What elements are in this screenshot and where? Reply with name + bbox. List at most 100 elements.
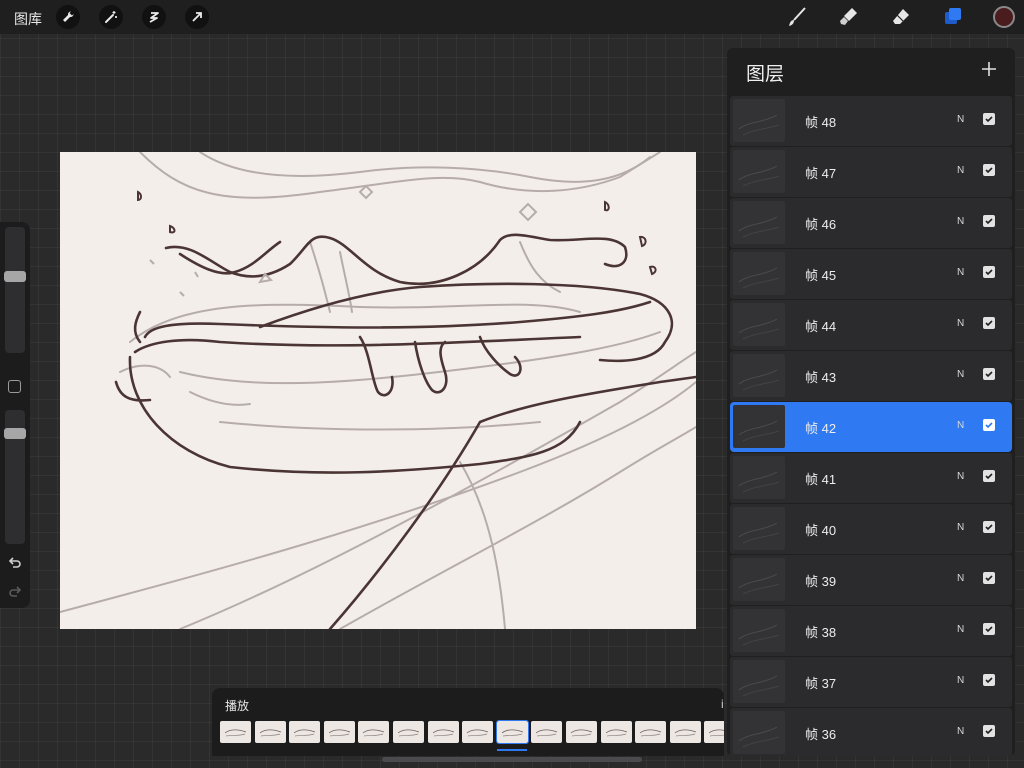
- magic-wand-icon[interactable]: [99, 5, 123, 29]
- visibility-checkbox[interactable]: [983, 113, 995, 125]
- layers-panel-title: 图层: [746, 64, 785, 85]
- layer-row[interactable]: 帧 45 N: [730, 249, 1012, 299]
- layer-name: 帧 37: [805, 676, 837, 691]
- blend-mode-button[interactable]: N: [957, 726, 964, 737]
- blend-mode-button[interactable]: N: [957, 369, 964, 380]
- current-color-swatch[interactable]: [993, 6, 1015, 28]
- visibility-checkbox[interactable]: [983, 164, 995, 176]
- brush-icon[interactable]: [785, 6, 809, 28]
- visibility-checkbox[interactable]: [983, 368, 995, 380]
- blend-mode-button[interactable]: N: [957, 165, 964, 176]
- layer-row[interactable]: 帧 41 N: [730, 453, 1012, 503]
- eraser-icon[interactable]: [889, 6, 913, 28]
- layer-row[interactable]: 帧 39 N: [730, 555, 1012, 605]
- play-button[interactable]: 播放: [225, 697, 249, 714]
- layer-row[interactable]: 帧 36 N: [730, 708, 1012, 756]
- layer-thumbnail: [733, 711, 785, 754]
- visibility-checkbox[interactable]: [983, 572, 995, 584]
- gallery-button[interactable]: 图库: [14, 9, 42, 29]
- visibility-checkbox[interactable]: [983, 215, 995, 227]
- visibility-checkbox[interactable]: [983, 674, 995, 686]
- visibility-checkbox[interactable]: [983, 521, 995, 533]
- sketch-artwork: [60, 152, 696, 629]
- timeline-frame[interactable]: [220, 721, 251, 743]
- layer-row[interactable]: 帧 37 N: [730, 657, 1012, 707]
- timeline-frame[interactable]: [566, 721, 597, 743]
- layer-row[interactable]: 帧 44 N: [730, 300, 1012, 350]
- blend-mode-button[interactable]: N: [957, 318, 964, 329]
- layer-name: 帧 43: [805, 370, 837, 385]
- wrench-icon[interactable]: [56, 5, 80, 29]
- timeline-frame[interactable]: [358, 721, 390, 743]
- current-frame-indicator: [497, 749, 527, 751]
- timeline-frame[interactable]: [393, 721, 424, 743]
- layer-row[interactable]: 帧 38 N: [730, 606, 1012, 656]
- timeline-frame[interactable]: [600, 721, 632, 743]
- blend-mode-button[interactable]: N: [957, 420, 964, 431]
- layer-thumbnail: [733, 507, 785, 550]
- visibility-checkbox[interactable]: [983, 266, 995, 278]
- brush-opacity-slider[interactable]: [4, 410, 26, 544]
- layer-name: 帧 40: [805, 523, 837, 538]
- layer-row[interactable]: 帧 47 N: [730, 147, 1012, 197]
- layer-name: 帧 42: [805, 421, 837, 436]
- plus-icon[interactable]: [977, 57, 1001, 81]
- redo-icon[interactable]: [7, 584, 23, 603]
- home-indicator: [382, 757, 642, 762]
- layer-name: 帧 47: [805, 166, 837, 181]
- brush-size-slider[interactable]: [4, 227, 26, 353]
- blend-mode-button[interactable]: N: [957, 471, 964, 482]
- undo-icon[interactable]: [7, 555, 23, 574]
- layer-name: 帧 46: [805, 217, 837, 232]
- timeline-frame[interactable]: [323, 721, 355, 743]
- layer-name: 帧 41: [805, 472, 837, 487]
- blend-mode-button[interactable]: N: [957, 267, 964, 278]
- layer-thumbnail: [733, 99, 785, 142]
- timeline-frame[interactable]: [635, 721, 667, 743]
- visibility-checkbox[interactable]: [983, 623, 995, 635]
- layer-thumbnail: [733, 558, 785, 601]
- modify-button[interactable]: [8, 380, 21, 393]
- blend-mode-button[interactable]: N: [957, 675, 964, 686]
- timeline-frame[interactable]: [427, 721, 459, 743]
- timeline-frame[interactable]: [254, 721, 286, 743]
- brush-opacity-thumb[interactable]: [4, 428, 26, 439]
- timeline-frame[interactable]: [531, 721, 563, 743]
- left-sidebar: [0, 222, 30, 608]
- layer-row[interactable]: 帧 43 N: [730, 351, 1012, 401]
- timeline-frame[interactable]: [704, 721, 724, 743]
- blend-mode-button[interactable]: N: [957, 114, 964, 125]
- layer-row[interactable]: 帧 48 N: [730, 96, 1012, 146]
- layers-icon[interactable]: [941, 6, 965, 28]
- visibility-checkbox[interactable]: [983, 470, 995, 482]
- timeline-frame[interactable]: [669, 721, 701, 743]
- layer-row[interactable]: 帧 46 N: [730, 198, 1012, 248]
- blend-mode-button[interactable]: N: [957, 216, 964, 227]
- layer-name: 帧 44: [805, 319, 837, 334]
- visibility-checkbox[interactable]: [983, 725, 995, 737]
- visibility-checkbox[interactable]: [983, 317, 995, 329]
- transform-arrow-icon[interactable]: [185, 5, 209, 29]
- layer-thumbnail: [733, 405, 785, 448]
- layer-name: 帧 48: [805, 115, 837, 130]
- timeline-frame[interactable]: [462, 721, 494, 743]
- selection-icon[interactable]: [142, 5, 166, 29]
- timeline-frame[interactable]: [495, 720, 529, 744]
- layer-thumbnail: [733, 303, 785, 346]
- layer-thumbnail: [733, 150, 785, 193]
- top-toolbar: 图库: [0, 0, 1024, 34]
- layer-row[interactable]: 帧 40 N: [730, 504, 1012, 554]
- layer-name: 帧 36: [805, 727, 837, 742]
- blend-mode-button[interactable]: N: [957, 522, 964, 533]
- layer-row[interactable]: 帧 42 N: [730, 402, 1012, 452]
- smudge-icon[interactable]: [837, 6, 861, 28]
- layer-thumbnail: [733, 456, 785, 499]
- blend-mode-button[interactable]: N: [957, 573, 964, 584]
- layer-name: 帧 38: [805, 625, 837, 640]
- drawing-canvas[interactable]: [60, 152, 696, 629]
- blend-mode-button[interactable]: N: [957, 624, 964, 635]
- brush-size-thumb[interactable]: [4, 271, 26, 282]
- timeline-frame[interactable]: [289, 721, 321, 743]
- visibility-checkbox[interactable]: [983, 419, 995, 431]
- timeline-settings-icon[interactable]: i: [721, 697, 724, 711]
